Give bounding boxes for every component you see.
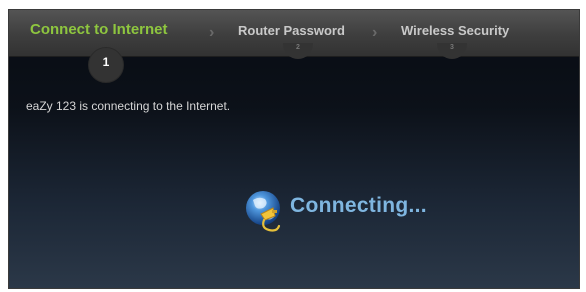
step-router-password: Router Password [238,23,345,38]
status-message: eaZy 123 is connecting to the Internet. [26,99,231,113]
connecting-label: Connecting... [290,194,427,217]
chevron-right-icon: › [209,24,215,41]
wizard-panel: Connect to Internet › Router Password › … [8,9,580,289]
chevron-right-icon: › [372,24,378,41]
step-wireless-security: Wireless Security [401,23,510,38]
globe-plug-icon [246,191,281,232]
step-connect-to-internet: Connect to Internet [30,21,168,38]
step-number-badge-1: 1 [88,47,124,83]
